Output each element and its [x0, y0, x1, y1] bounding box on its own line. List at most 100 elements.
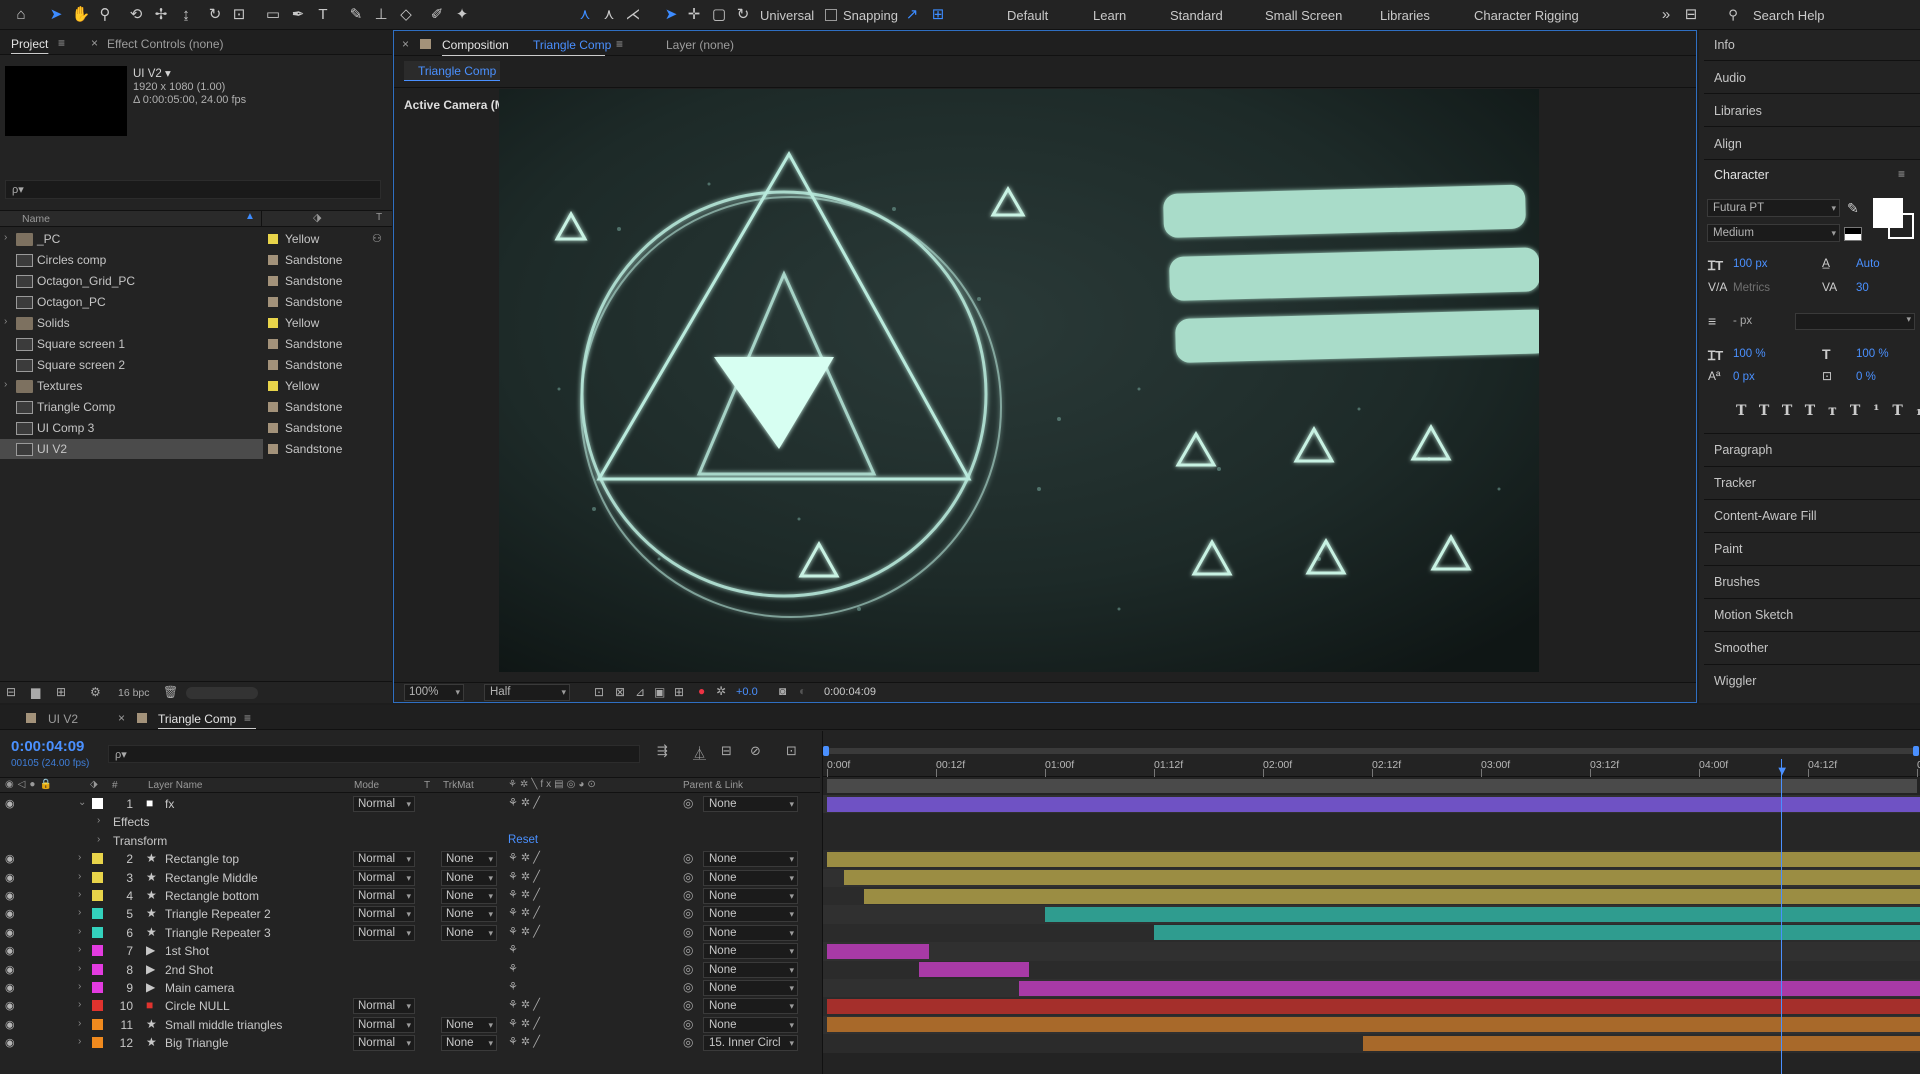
viewer-timecode[interactable]: 0:00:04:09: [824, 686, 876, 698]
delete-icon[interactable]: 🗑: [163, 685, 178, 699]
pick-whip-icon[interactable]: ◎: [683, 851, 693, 865]
chevron-down-icon[interactable]: ›: [78, 907, 81, 918]
parent-select[interactable]: None ▾: [703, 943, 798, 960]
blend-mode-select[interactable]: Normal ▾: [353, 869, 415, 886]
universal-scale-icon[interactable]: ▢: [708, 4, 730, 26]
trkmat-select[interactable]: None ▾: [441, 906, 497, 923]
label-color-swatch[interactable]: [92, 871, 103, 883]
pick-whip-icon[interactable]: ◎: [683, 925, 693, 939]
comp-menu-icon[interactable]: ≡: [616, 37, 623, 51]
project-item[interactable]: Triangle Comp Sandstone: [0, 397, 370, 417]
horizontal-scale-value[interactable]: 100 %: [1856, 348, 1889, 360]
composition-tab-name[interactable]: Triangle Comp: [533, 38, 611, 52]
pick-whip-icon[interactable]: ◎: [683, 906, 693, 920]
bit-depth-button[interactable]: 16 bpc: [118, 687, 150, 699]
layer-name-header[interactable]: Layer Name: [148, 780, 202, 791]
parent-select[interactable]: None ▾: [703, 796, 798, 812]
font-size-value[interactable]: 100 px: [1733, 258, 1768, 270]
label-color-swatch[interactable]: [268, 444, 278, 454]
tab-layer[interactable]: Layer (none): [666, 38, 734, 52]
layer-duration-bar[interactable]: [827, 998, 1920, 1014]
layer-duration-bar[interactable]: [827, 1017, 1920, 1033]
layer-name[interactable]: fx: [165, 797, 174, 811]
tab-triangle-comp[interactable]: Triangle Comp: [158, 712, 236, 726]
layer-switches-icon[interactable]: ⚘ ✲ ╱: [508, 998, 540, 1011]
pick-whip-icon[interactable]: ◎: [683, 796, 693, 810]
world-axis-icon[interactable]: ⋏: [598, 4, 620, 26]
label-color-swatch[interactable]: [92, 982, 103, 993]
chevron-down-icon[interactable]: ›: [78, 963, 81, 974]
layer-row[interactable]: ◉ › 7 ▶ 1st Shot ⚘ ◎ None ▾: [0, 942, 820, 960]
column-name-header[interactable]: Name: [22, 213, 50, 225]
baseline-shift-value[interactable]: 0 px: [1733, 371, 1755, 383]
snapshot-icon[interactable]: ◙: [779, 684, 786, 698]
parent-select[interactable]: None ▾: [703, 906, 798, 923]
mask-visibility-icon[interactable]: ⊿: [635, 685, 645, 699]
layer-duration-bar[interactable]: [1045, 906, 1920, 922]
chevron-right-icon[interactable]: ›: [97, 815, 100, 826]
chevron-down-icon[interactable]: ⌄: [78, 797, 86, 808]
pick-whip-icon[interactable]: ◎: [683, 998, 693, 1012]
label-color-swatch[interactable]: [92, 1018, 103, 1030]
fast-previews-icon[interactable]: ⊡: [594, 685, 604, 699]
chevron-down-icon[interactable]: ›: [78, 981, 81, 992]
new-folder-icon[interactable]: ▆: [31, 685, 40, 699]
layer-duration-bar[interactable]: [864, 888, 1920, 904]
eye-icon[interactable]: ◉: [5, 944, 15, 957]
color-management-icon[interactable]: ✲: [716, 684, 726, 698]
pen-tool-icon[interactable]: ✒: [287, 4, 309, 26]
parent-header[interactable]: Parent & Link: [683, 780, 743, 791]
layer-name[interactable]: 1st Shot: [165, 944, 209, 958]
parent-select[interactable]: None ▾: [703, 869, 798, 886]
label-color-swatch[interactable]: [268, 318, 278, 328]
black-white-swatch-icon[interactable]: [1844, 227, 1862, 241]
playhead-marker-icon[interactable]: ▼: [1776, 763, 1789, 778]
pick-whip-icon[interactable]: ◎: [683, 888, 693, 902]
parent-select[interactable]: None ▾: [703, 961, 798, 978]
new-composition-icon[interactable]: ⊞: [56, 685, 66, 699]
workspace-small-screen[interactable]: Small Screen: [1265, 8, 1342, 23]
eye-icon[interactable]: ◉: [5, 999, 15, 1012]
timeline-search-input[interactable]: ρ▾: [108, 745, 640, 763]
stroke-width-value[interactable]: - px: [1733, 315, 1752, 327]
layer-name[interactable]: Circle NULL: [165, 999, 230, 1013]
tab-project[interactable]: Project: [11, 37, 48, 51]
eyedropper-icon[interactable]: ✎: [1847, 200, 1859, 217]
composition-tab-prefix[interactable]: Composition: [442, 38, 509, 52]
show-snapshot-icon[interactable]: ◐: [799, 684, 806, 698]
layer-row[interactable]: ◉ › 4 ★ Rectangle bottom Normal ▾ None ▾ ⚘ ✲ ╱ ◎ No…: [0, 887, 820, 905]
project-item[interactable]: UI V2 Sandstone: [0, 439, 342, 459]
thumbnail-scroll[interactable]: [186, 687, 258, 699]
layer-duration-bar[interactable]: [827, 943, 929, 959]
panel-item-smoother[interactable]: Smoother: [1714, 641, 1768, 655]
dolly-camera-icon[interactable]: ↨: [175, 4, 197, 26]
layer-switches-icon[interactable]: ⚘ ✲ ╱: [508, 870, 540, 883]
text-style-buttons[interactable]: TTTTᴛT¹T₁: [1736, 403, 1920, 419]
stroke-style-select[interactable]: ▾: [1795, 313, 1915, 330]
chevron-right-icon[interactable]: ›: [4, 316, 7, 327]
layer-switches-icon[interactable]: ⚘: [508, 943, 518, 956]
trkmat-select[interactable]: None ▾: [441, 869, 497, 886]
trkmat-select[interactable]: None ▾: [441, 1016, 497, 1033]
hand-tool-icon[interactable]: ✋: [70, 4, 92, 26]
puppet-tool-icon[interactable]: ✦: [451, 4, 473, 26]
pick-whip-icon[interactable]: ◎: [683, 1017, 693, 1031]
font-style-select[interactable]: Medium ▾: [1707, 224, 1840, 242]
stroke-color-swatch[interactable]: [1888, 213, 1914, 239]
project-item[interactable]: › Textures Yellow: [0, 376, 370, 396]
layer-switches-icon[interactable]: ⚘ ✲ ╱: [508, 1035, 540, 1048]
layer-name[interactable]: Triangle Repeater 3: [165, 926, 271, 940]
chevron-right-icon[interactable]: ›: [4, 232, 7, 243]
kerning-value[interactable]: Metrics: [1733, 282, 1770, 294]
eye-icon[interactable]: ◉: [5, 1018, 15, 1031]
layer-switches-icon[interactable]: ⚘ ✲ ╱: [508, 925, 540, 938]
pick-whip-icon[interactable]: ◎: [683, 980, 693, 994]
parent-select[interactable]: None ▾: [703, 888, 798, 904]
layer-name[interactable]: 2nd Shot: [165, 963, 213, 977]
panel-item-audio[interactable]: Audio: [1714, 71, 1746, 85]
layer-row[interactable]: ◉ › 11 ★ Small middle triangles Normal ▾ None ▾ ⚘…: [0, 1016, 820, 1034]
panel-item-align[interactable]: Align: [1714, 137, 1742, 151]
universal-select-icon[interactable]: ➤: [660, 4, 682, 26]
blend-mode-select[interactable]: Normal ▾: [353, 906, 415, 923]
layer-property-row[interactable]: › Transform Reset: [0, 832, 820, 850]
